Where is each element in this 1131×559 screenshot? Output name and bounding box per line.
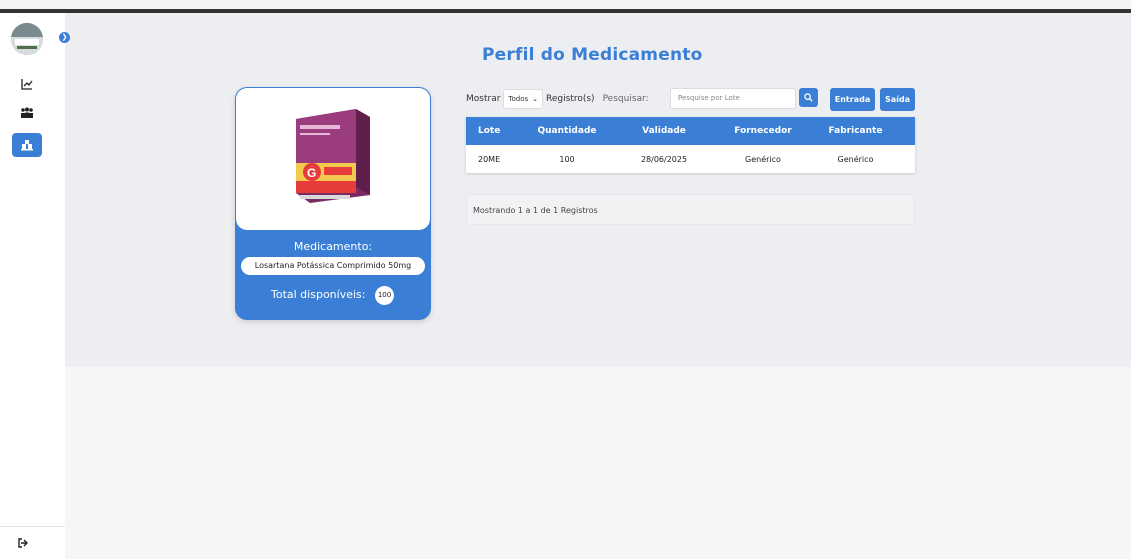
table-info: Mostrando 1 a 1 de 1 Registros (466, 194, 915, 225)
cell-quantidade: 100 (559, 154, 575, 164)
cell-fabricante: Genérico (837, 154, 874, 164)
medicine-box-image: G (296, 109, 370, 203)
sidebar: ❯ (0, 13, 70, 559)
column-header-lote[interactable]: Lote (466, 126, 522, 136)
cell-lote: 20ME (478, 154, 501, 164)
medicine-photo: G (236, 88, 430, 230)
sidebar-divider (0, 526, 65, 527)
total-count-badge: 100 (375, 286, 394, 305)
cell-fornecedor: Genérico (745, 154, 781, 164)
page-title: Perfil do Medicamento (482, 45, 703, 65)
saida-button[interactable]: Saída (880, 88, 915, 111)
search-button[interactable] (799, 88, 818, 107)
svg-text:G: G (307, 166, 316, 180)
lots-table: Lote Quantidade Validade Fornecedor Fabr… (466, 117, 915, 173)
records-select-value: Todos (508, 95, 529, 103)
entrada-button[interactable]: Entrada (830, 88, 875, 111)
cell-validade: 28/06/2025 (640, 154, 688, 164)
search-input[interactable]: Pesquise por Lote (670, 88, 796, 109)
medicine-card: G Medicamento: Losartana Potássica Compr… (235, 87, 431, 320)
chevron-right-icon[interactable]: ❯ (59, 32, 70, 43)
medicine-name: Losartana Potássica Comprimido 50mg (241, 257, 425, 275)
chart-line-icon[interactable] (12, 72, 42, 96)
people-icon[interactable] (12, 101, 42, 125)
column-header-quantidade[interactable]: Quantidade (522, 126, 612, 136)
column-header-validade[interactable]: Validade (612, 126, 716, 136)
show-label: Mostrar (466, 94, 501, 104)
search-icon (804, 93, 813, 102)
records-select[interactable]: Todos ⌄ (503, 89, 544, 109)
search-label: Pesquisar: (602, 94, 649, 104)
column-header-fornecedor[interactable]: Fornecedor (716, 126, 810, 136)
table-header: Lote Quantidade Validade Fornecedor Fabr… (466, 117, 915, 145)
table-row[interactable]: 20ME 100 28/06/2025 Genérico Genérico (466, 145, 915, 173)
medicine-label: Medicamento: (293, 240, 373, 253)
avatar[interactable] (11, 23, 43, 55)
main-panel (65, 13, 1131, 367)
chevron-down-icon: ⌄ (532, 95, 539, 103)
records-label: Registro(s) (546, 94, 595, 104)
logout-icon[interactable] (18, 538, 28, 551)
lower-area (65, 367, 1131, 559)
boxes-icon[interactable] (12, 133, 42, 157)
total-label: Total disponíveis: (271, 288, 366, 301)
table-controls: Mostrar Todos ⌄ Registro(s) Pesquisar: (466, 88, 649, 110)
column-header-fabricante[interactable]: Fabricante (810, 126, 915, 136)
